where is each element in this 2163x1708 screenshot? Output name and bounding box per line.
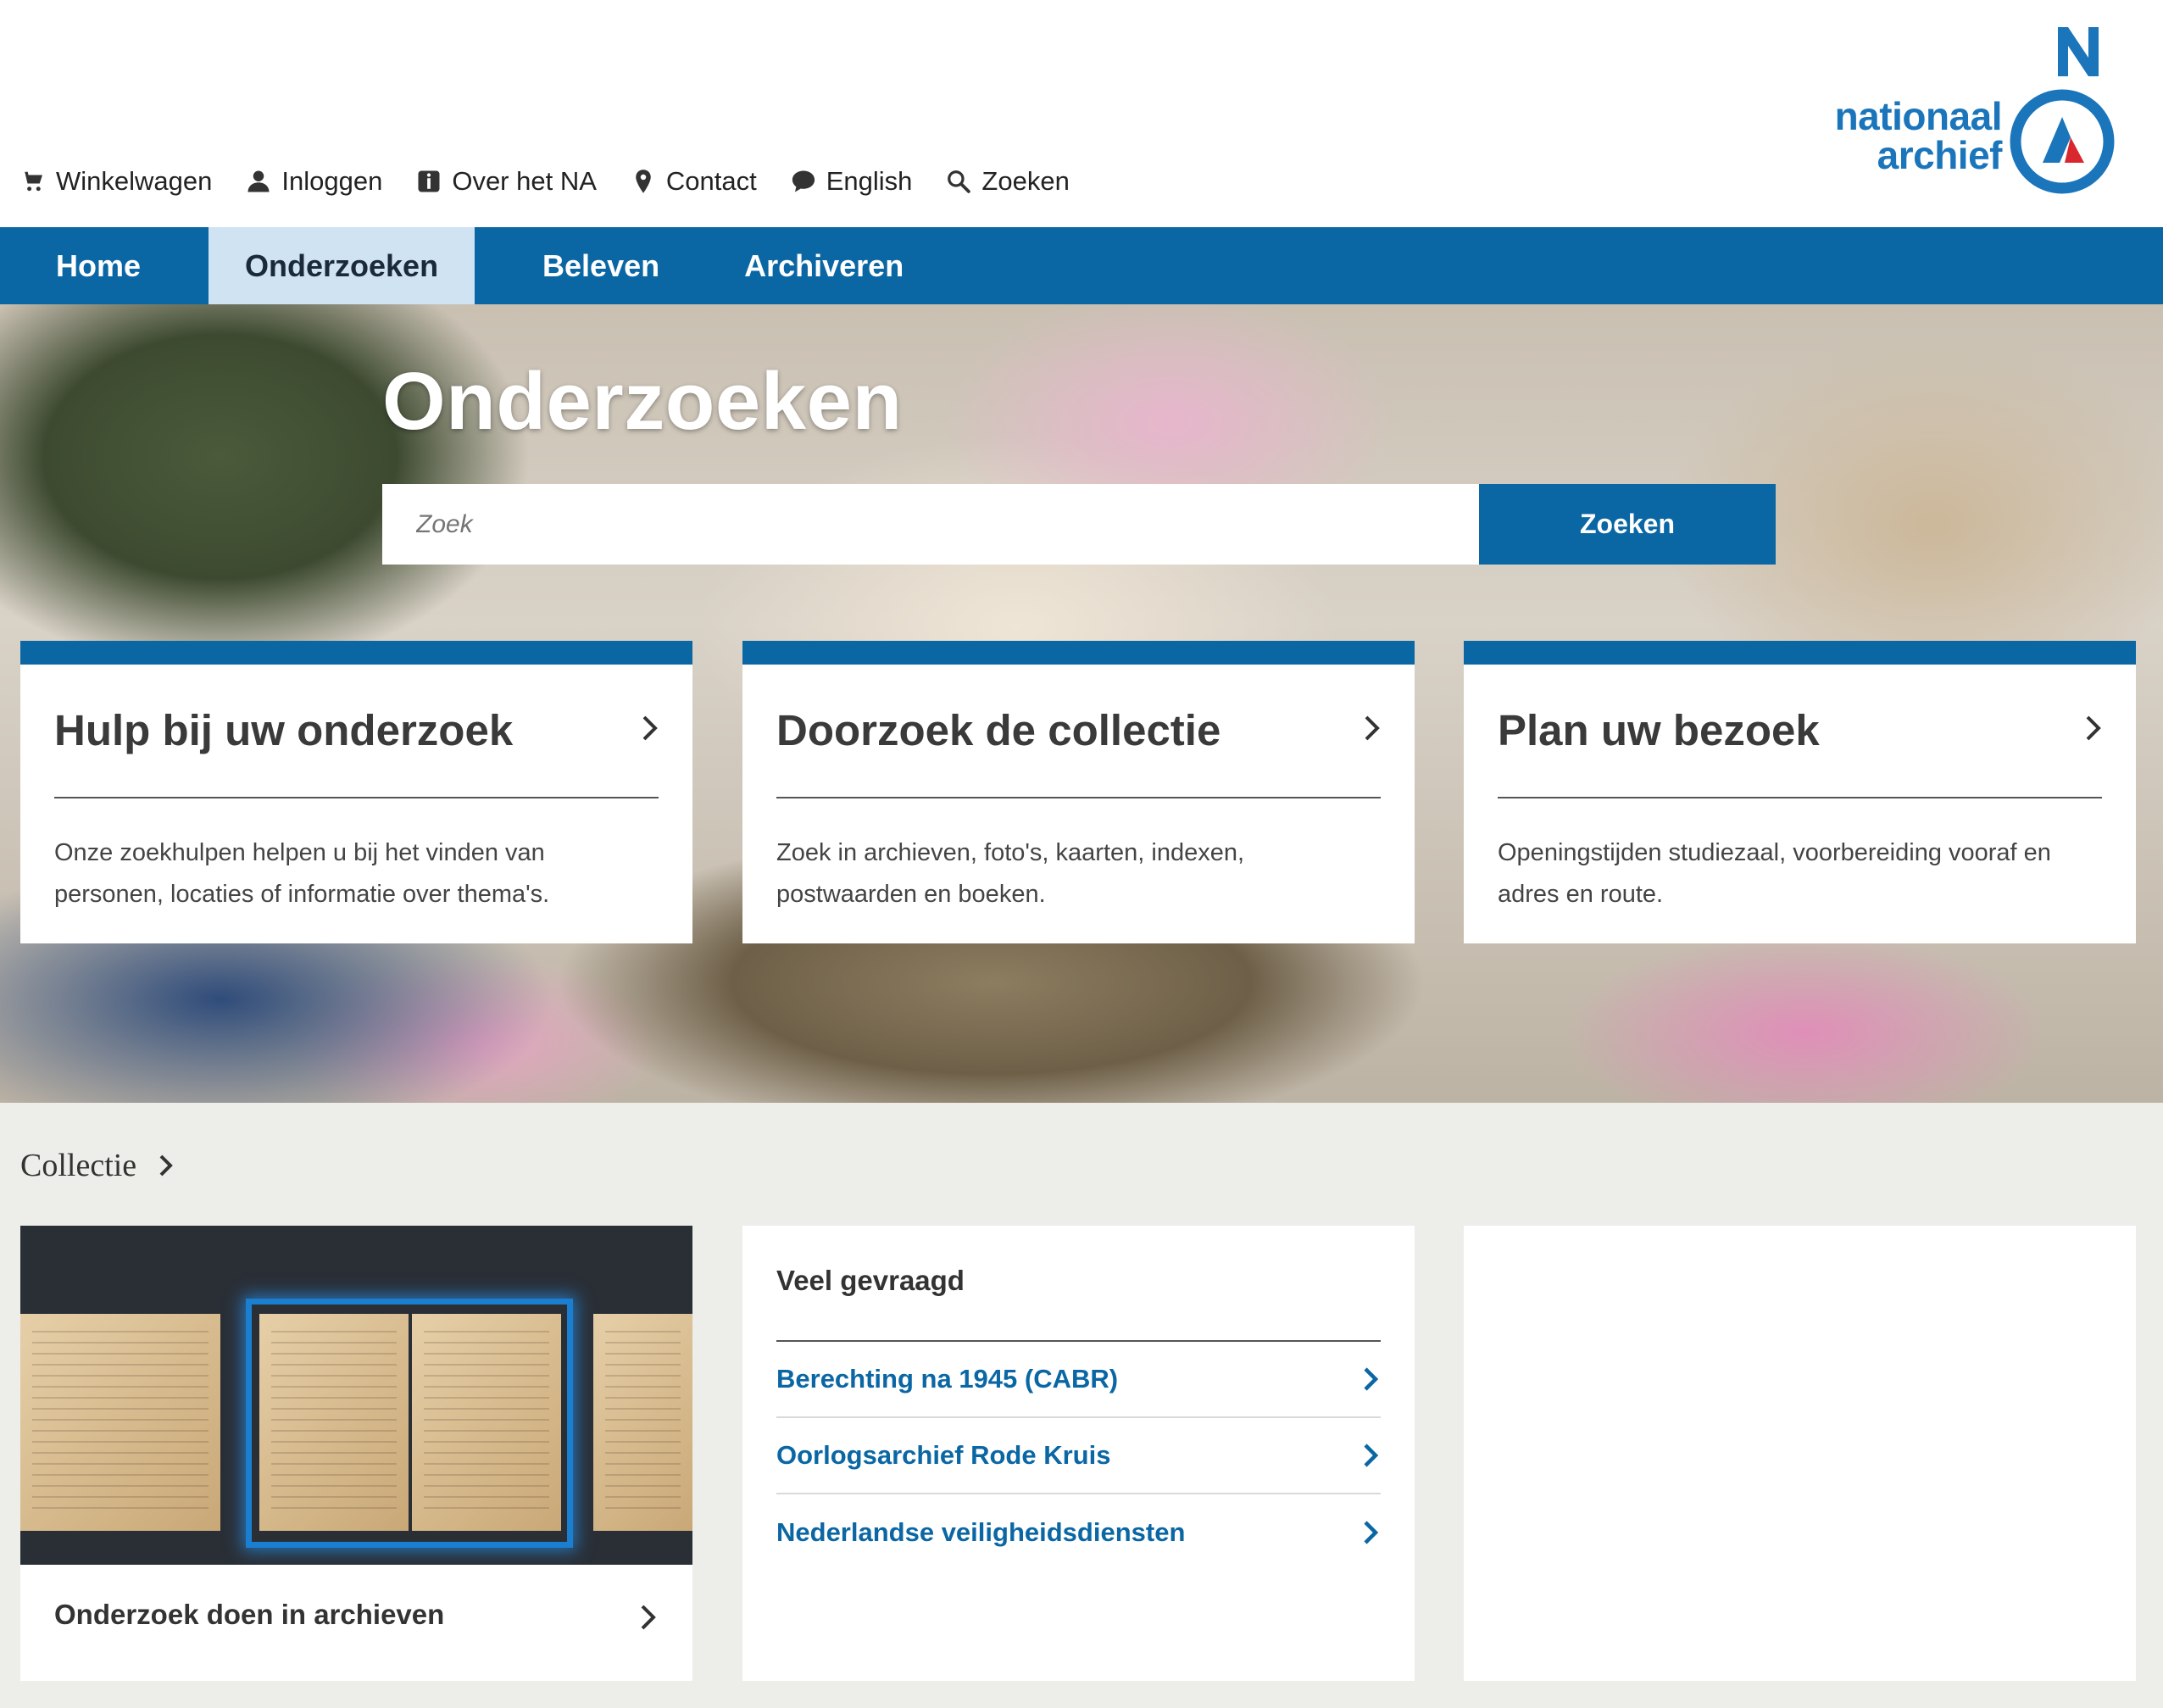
list-item-cabr[interactable]: Berechting na 1945 (CABR) (776, 1342, 1381, 1418)
card-description: Zoek in archieven, foto's, kaarten, inde… (776, 839, 1245, 908)
card-description: Onze zoekhulpen helpen u bij het vinden … (54, 839, 550, 908)
search-button[interactable]: Zoeken (1479, 484, 1776, 565)
cart-link[interactable]: Winkelwagen (20, 166, 212, 197)
chevron-right-icon (1364, 1521, 1379, 1544)
list-item-label: Oorlogsarchief Rode Kruis (776, 1440, 1111, 1470)
user-icon (247, 170, 270, 192)
utility-bar: Winkelwagen Inloggen Over het NA Contact… (0, 0, 2163, 227)
chevron-right-icon (1365, 715, 1380, 741)
nationaal-archief-logo[interactable]: nationaal archief (1815, 25, 2138, 195)
logo-wordmark: nationaal archief (1815, 94, 2003, 177)
info-icon (418, 170, 440, 192)
english-link[interactable]: English (791, 166, 913, 197)
search-input[interactable] (382, 484, 1479, 565)
login-label: Inloggen (281, 166, 383, 196)
cart-icon (21, 171, 42, 192)
chevron-right-icon (1364, 1444, 1379, 1467)
search-link[interactable]: Zoeken (946, 166, 1070, 197)
card-divider (1498, 797, 2102, 798)
list-item-label: Berechting na 1945 (CABR) (776, 1364, 1119, 1394)
veel-gevraagd-panel: Veel gevraagd Berechting na 1945 (CABR) … (742, 1226, 1415, 1681)
chevron-right-icon (159, 1154, 174, 1177)
collectie-section: Collectie Onderzoek doen in archieven Ve… (0, 1103, 2163, 1708)
cart-label: Winkelwagen (56, 166, 213, 196)
logo-line1: nationaal (1834, 94, 2003, 138)
collectie-heading-link[interactable]: Collectie (20, 1147, 175, 1184)
card-title: Doorzoek de collectie (776, 706, 1221, 754)
contact-label: Contact (665, 166, 757, 196)
nav-onderzoeken[interactable]: Onderzoeken (209, 227, 475, 304)
faq-list: Berechting na 1945 (CABR) Oorlogsarchief… (776, 1342, 1381, 1571)
card-divider (776, 797, 1381, 798)
hero-banner: Onderzoeken Zoeken Hulp bij uw onderzoek… (0, 304, 2163, 1103)
chevron-right-icon (2086, 715, 2101, 741)
utility-links: Winkelwagen Inloggen Over het NA Contact… (20, 166, 1070, 197)
speech-bubble-icon (792, 170, 815, 192)
card-description: Openingstijden studiezaal, voorbereiding… (1498, 839, 2051, 908)
card-hulp-bij-onderzoek[interactable]: Hulp bij uw onderzoek Onze zoekhulpen he… (20, 641, 692, 943)
card-title: Hulp bij uw onderzoek (54, 706, 514, 754)
logo-line2: archief (1877, 133, 2003, 177)
card-plan-bezoek[interactable]: Plan uw bezoek Openingstijden studiezaal… (1464, 641, 2136, 943)
chevron-right-icon (1364, 1367, 1379, 1391)
chevron-right-icon (642, 715, 658, 741)
logo-n-icon (2058, 27, 2099, 76)
card-divider (54, 797, 659, 798)
nav-archiveren[interactable]: Archiveren (710, 227, 937, 304)
empty-panel (1464, 1226, 2136, 1681)
about-link[interactable]: Over het NA (416, 166, 597, 197)
list-item-veiligheidsdiensten[interactable]: Nederlandse veiligheidsdiensten (776, 1494, 1381, 1571)
main-navigation: Home Onderzoeken Beleven Archiveren (0, 227, 2163, 304)
list-item-label: Nederlandse veiligheidsdiensten (776, 1517, 1186, 1547)
nav-home[interactable]: Home (0, 227, 209, 304)
about-label: Over het NA (452, 166, 597, 196)
archive-pages-image (20, 1226, 692, 1565)
card-caption: Onderzoek doen in archieven (54, 1599, 445, 1630)
collectie-title: Collectie (20, 1148, 137, 1183)
logo-emblem-icon (2010, 89, 2115, 194)
chevron-right-icon (641, 1605, 656, 1630)
nav-beleven[interactable]: Beleven (475, 227, 710, 304)
list-heading: Veel gevraagd (776, 1265, 965, 1296)
search-label: Zoeken (981, 166, 1070, 196)
card-doorzoek-collectie[interactable]: Doorzoek de collectie Zoek in archieven,… (742, 641, 1415, 943)
onderzoek-archieven-card[interactable]: Onderzoek doen in archieven (20, 1226, 692, 1681)
login-link[interactable]: Inloggen (246, 166, 382, 197)
english-label: English (826, 166, 913, 196)
card-title: Plan uw bezoek (1498, 706, 1820, 754)
search-icon (948, 170, 971, 193)
page-title: Onderzoeken (382, 356, 903, 447)
contact-link[interactable]: Contact (631, 166, 757, 197)
list-item-rode-kruis[interactable]: Oorlogsarchief Rode Kruis (776, 1418, 1381, 1494)
location-pin-icon (636, 170, 651, 193)
highlight-frame (246, 1299, 573, 1548)
